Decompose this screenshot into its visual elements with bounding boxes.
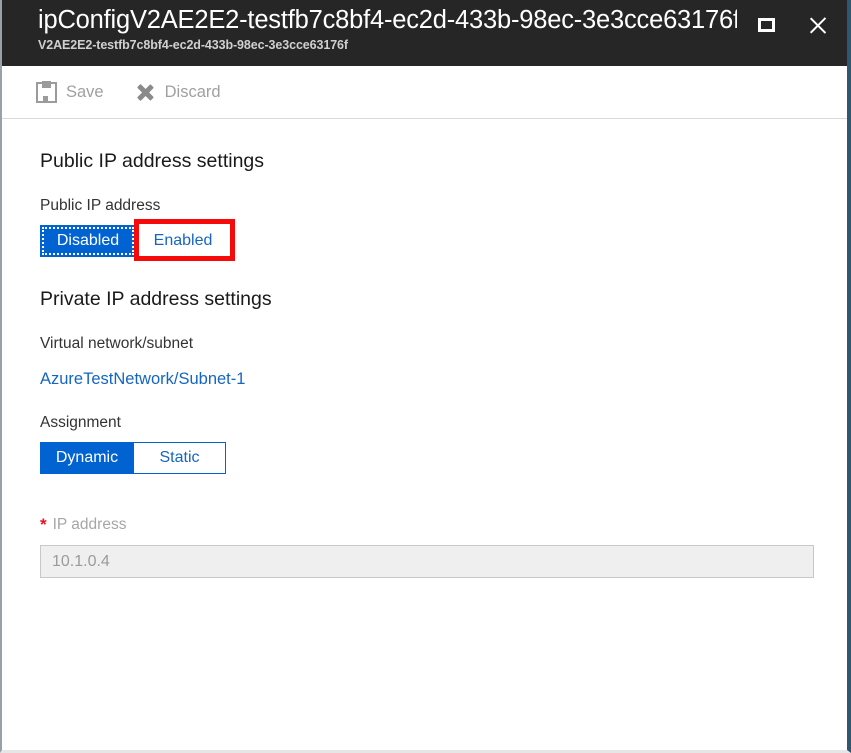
public-ip-section-title: Public IP address settings xyxy=(40,150,265,172)
save-button[interactable]: Save xyxy=(36,81,104,103)
maximize-icon xyxy=(757,18,775,32)
public-ip-option-disabled[interactable]: Disabled xyxy=(40,225,136,257)
save-floppy-icon xyxy=(36,81,57,103)
ip-address-input[interactable] xyxy=(40,545,814,578)
discard-button-label: Discard xyxy=(164,83,221,101)
settings-content: Public IP address settings Public IP add… xyxy=(2,119,847,578)
public-ip-toggle-wrap: Disabled Enabled xyxy=(40,219,235,261)
ip-address-label-row: * IP address xyxy=(40,516,847,534)
assignment-toggle-wrap: Dynamic Static xyxy=(40,442,226,474)
page-subtitle: V2AE2E2-testfb7c8bf4-ec2d-433b-98ec-3e3c… xyxy=(38,38,348,52)
assignment-label: Assignment xyxy=(40,414,121,431)
assignment-option-dynamic[interactable]: Dynamic xyxy=(40,442,134,474)
discard-button[interactable]: Discard xyxy=(136,82,221,102)
discard-x-icon xyxy=(136,82,156,102)
assignment-option-static[interactable]: Static xyxy=(134,442,226,474)
title-block: ipConfigV2AE2E2-testfb7c8bf4-ec2d-433b-9… xyxy=(38,5,737,53)
assignment-toggle[interactable]: Dynamic Static xyxy=(40,442,226,474)
private-ip-section-title: Private IP address settings xyxy=(40,288,272,310)
public-ip-option-enabled[interactable]: Enabled xyxy=(136,225,230,257)
public-ip-toggle[interactable]: Disabled Enabled xyxy=(40,225,230,257)
close-button[interactable] xyxy=(803,10,833,40)
vnet-subnet-link[interactable]: AzureTestNetwork/Subnet-1 xyxy=(40,369,245,390)
save-button-label: Save xyxy=(66,83,104,101)
vnet-subnet-label: Virtual network/subnet xyxy=(40,335,194,352)
public-ip-field-label: Public IP address xyxy=(40,197,161,214)
required-asterisk: * xyxy=(40,515,47,534)
window-controls xyxy=(751,10,833,40)
ip-address-label: IP address xyxy=(52,516,127,533)
command-toolbar: Save Discard xyxy=(2,66,847,119)
window-titlebar: ipConfigV2AE2E2-testfb7c8bf4-ec2d-433b-9… xyxy=(2,0,847,66)
maximize-button[interactable] xyxy=(751,10,781,40)
ip-config-window: ipConfigV2AE2E2-testfb7c8bf4-ec2d-433b-9… xyxy=(0,0,851,753)
close-icon xyxy=(808,15,829,36)
page-title: ipConfigV2AE2E2-testfb7c8bf4-ec2d-433b-9… xyxy=(38,6,737,34)
